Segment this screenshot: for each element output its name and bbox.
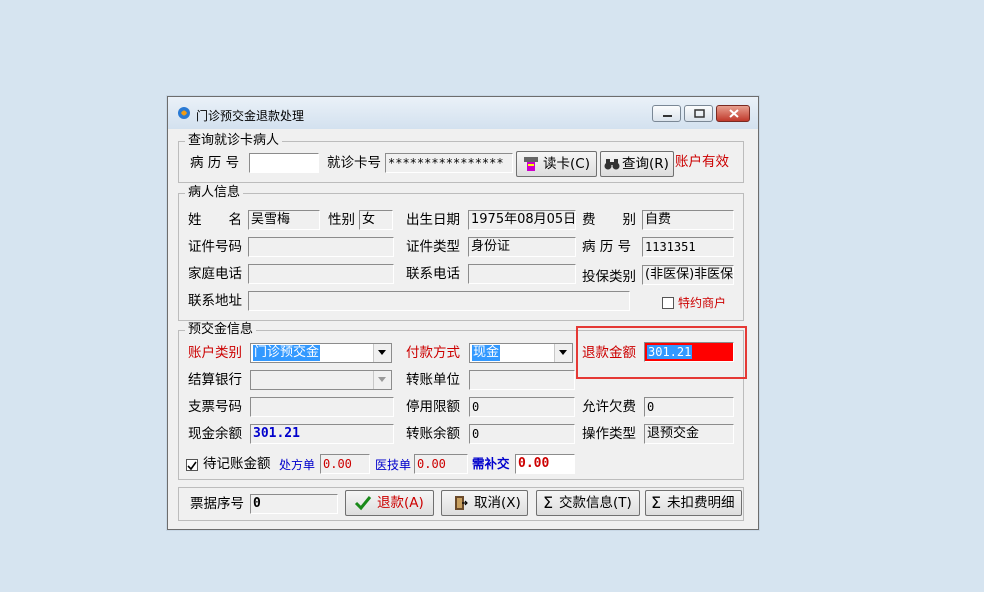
medtech-label: 医技单 — [375, 458, 412, 472]
title-bar[interactable]: 门诊预交金退款处理 — [168, 97, 758, 129]
bank-select[interactable] — [250, 370, 392, 390]
check-no-label: 支票号码 — [188, 399, 242, 415]
cancel-label: 取消(X) — [474, 495, 521, 511]
account-type-label: 账户类别 — [188, 345, 242, 361]
medtech-value: 0.00 — [417, 457, 446, 471]
card-no-input[interactable]: **************** — [385, 153, 513, 173]
account-type-value: 门诊预交金 — [253, 345, 321, 361]
read-card-button[interactable]: 读卡(C) — [516, 151, 597, 177]
supplement-field: 0.00 — [515, 454, 575, 474]
pending-label: 待记账金额 — [203, 456, 271, 472]
record-no-label-2: 病 历 号 — [582, 239, 632, 255]
record-no-field: 1131351 — [642, 237, 734, 257]
account-status: 账户有效 — [675, 154, 729, 170]
account-type-select[interactable]: 门诊预交金 — [250, 343, 392, 363]
supplement-value: 0.00 — [518, 456, 550, 471]
record-no-input[interactable] — [249, 153, 319, 173]
home-phone-field — [248, 264, 394, 284]
query-group-legend: 查询就诊卡病人 — [185, 133, 283, 149]
unpaid-detail-button[interactable]: Σ 未扣费明细 — [645, 490, 742, 516]
dropdown-arrow-icon[interactable] — [373, 371, 391, 389]
sigma-icon: Σ — [543, 493, 554, 512]
fee-type-field: 自费 — [642, 210, 734, 230]
name-label: 姓 名 — [188, 212, 242, 228]
payment-info-button[interactable]: Σ 交款信息(T) — [536, 490, 640, 516]
contact-phone-label: 联系电话 — [406, 266, 460, 282]
app-icon — [178, 107, 190, 119]
payment-method-value: 现金 — [472, 345, 501, 361]
card-reader-icon — [524, 157, 538, 171]
stop-limit-label: 停用限额 — [406, 399, 460, 415]
transfer-balance-field: 0 — [469, 424, 575, 444]
cash-balance-value: 301.21 — [253, 426, 300, 441]
bank-label: 结算银行 — [188, 372, 242, 388]
gender-field: 女 — [359, 210, 393, 230]
address-label: 联系地址 — [188, 293, 242, 309]
allow-owe-label: 允许欠费 — [582, 399, 636, 415]
cash-balance-label: 现金余额 — [188, 426, 242, 442]
window-title: 门诊预交金退款处理 — [196, 109, 305, 123]
binoculars-icon — [604, 159, 620, 170]
cancel-button[interactable]: 取消(X) — [441, 490, 528, 516]
allow-owe-field: 0 — [644, 397, 734, 417]
refund-label: 退款(A) — [377, 495, 424, 511]
sigma-icon: Σ — [651, 493, 662, 512]
dob-field: 1975年08月05日 — [468, 210, 576, 230]
read-card-label: 读卡(C) — [543, 156, 590, 172]
dob-label: 出生日期 — [406, 212, 460, 228]
payment-info-label: 交款信息(T) — [559, 495, 632, 511]
check-icon — [187, 461, 197, 471]
fee-type-label: 费 别 — [582, 212, 636, 228]
search-button[interactable]: 查询(R) — [600, 151, 674, 177]
prescription-value: 0.00 — [323, 457, 352, 471]
search-label: 查询(R) — [622, 156, 669, 172]
gender-label: 性别 — [328, 212, 355, 228]
transfer-unit-field — [469, 370, 575, 390]
patient-group-legend: 病人信息 — [185, 185, 244, 201]
refund-dialog: 门诊预交金退款处理 查询就诊卡病人 病 历 号 就诊卡号 ***********… — [167, 96, 759, 530]
medtech-field: 0.00 — [414, 454, 468, 474]
checkmark-icon — [354, 496, 372, 511]
id-type-field: 身份证 — [468, 237, 576, 257]
transfer-balance-label: 转账余额 — [406, 426, 460, 442]
close-button[interactable] — [716, 105, 750, 122]
record-no-label: 病 历 号 — [190, 155, 240, 171]
operation-type-field: 退预交金 — [644, 424, 734, 444]
payment-method-select[interactable]: 现金 — [469, 343, 573, 363]
unpaid-detail-label: 未扣费明细 — [667, 495, 735, 511]
operation-type-label: 操作类型 — [582, 426, 636, 442]
contact-phone-field — [468, 264, 576, 284]
receipt-no-field: 0 — [250, 494, 338, 514]
id-no-label: 证件号码 — [188, 239, 242, 255]
dropdown-arrow-icon[interactable] — [554, 344, 572, 362]
cash-balance-field: 301.21 — [250, 424, 394, 444]
exit-door-icon — [455, 496, 468, 510]
prescription-label: 处方单 — [279, 458, 316, 472]
maximize-button[interactable] — [684, 105, 713, 122]
dropdown-arrow-icon[interactable] — [373, 344, 391, 362]
special-merchant-checkbox[interactable] — [662, 297, 674, 309]
supplement-label: 需补交 — [472, 456, 510, 471]
transfer-unit-label: 转账单位 — [406, 372, 460, 388]
refund-button[interactable]: 退款(A) — [345, 490, 434, 516]
name-field: 吴雪梅 — [248, 210, 320, 230]
special-merchant-label: 特约商户 — [678, 296, 727, 310]
id-type-label: 证件类型 — [406, 239, 460, 255]
minimize-button[interactable] — [652, 105, 681, 122]
check-no-field — [250, 397, 394, 417]
address-field — [248, 291, 630, 311]
insurance-label: 投保类别 — [582, 269, 636, 285]
refund-amount-highlight-box — [576, 326, 747, 379]
insurance-field: (非医保)非医保 — [642, 265, 734, 285]
receipt-no-label: 票据序号 — [190, 496, 244, 512]
prescription-field: 0.00 — [320, 454, 370, 474]
card-no-label: 就诊卡号 — [327, 155, 381, 171]
payment-method-label: 付款方式 — [406, 345, 460, 361]
pending-checkbox[interactable] — [186, 459, 198, 471]
stop-limit-field: 0 — [469, 397, 575, 417]
id-no-field — [248, 237, 394, 257]
home-phone-label: 家庭电话 — [188, 266, 242, 282]
deposit-group-legend: 预交金信息 — [185, 322, 257, 338]
